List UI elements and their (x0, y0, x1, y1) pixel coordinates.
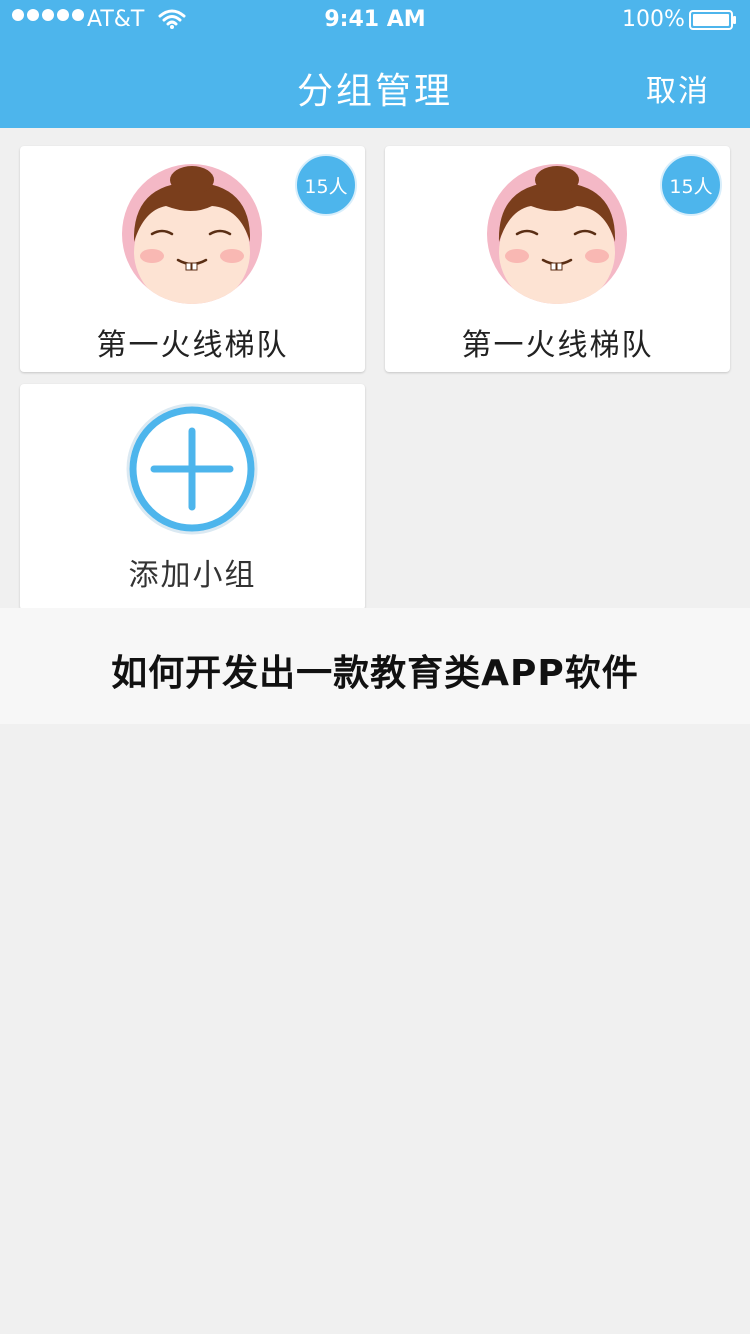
avatar (122, 164, 262, 304)
cancel-button[interactable]: 取消 (646, 66, 710, 110)
plus-circle-icon (126, 403, 258, 535)
caption-text: 如何开发出一款教育类APP软件 (111, 653, 639, 694)
group-card[interactable]: 15人 第一火线梯队 (20, 146, 365, 372)
status-bar: AT&T 9:41 AM 100% (0, 0, 750, 40)
nav-bar: 分组管理 取消 (0, 40, 750, 128)
caption-banner: 如何开发出一款教育类APP软件 (0, 608, 750, 724)
add-group-button[interactable]: 添加小组 (20, 384, 365, 610)
battery-percent: 100% (622, 7, 685, 32)
member-count-badge: 15人 (295, 154, 357, 216)
avatar (487, 164, 627, 304)
member-count-badge: 15人 (660, 154, 722, 216)
add-group-label: 添加小组 (128, 558, 257, 593)
group-card[interactable]: 15人 第一火线梯队 (385, 146, 730, 372)
group-name: 第一火线梯队 (96, 328, 289, 363)
battery-icon (689, 10, 736, 30)
header: AT&T 9:41 AM 100% 分组管理 取消 (0, 0, 750, 128)
group-name: 第一火线梯队 (461, 328, 654, 363)
page-title: 分组管理 (296, 71, 453, 112)
